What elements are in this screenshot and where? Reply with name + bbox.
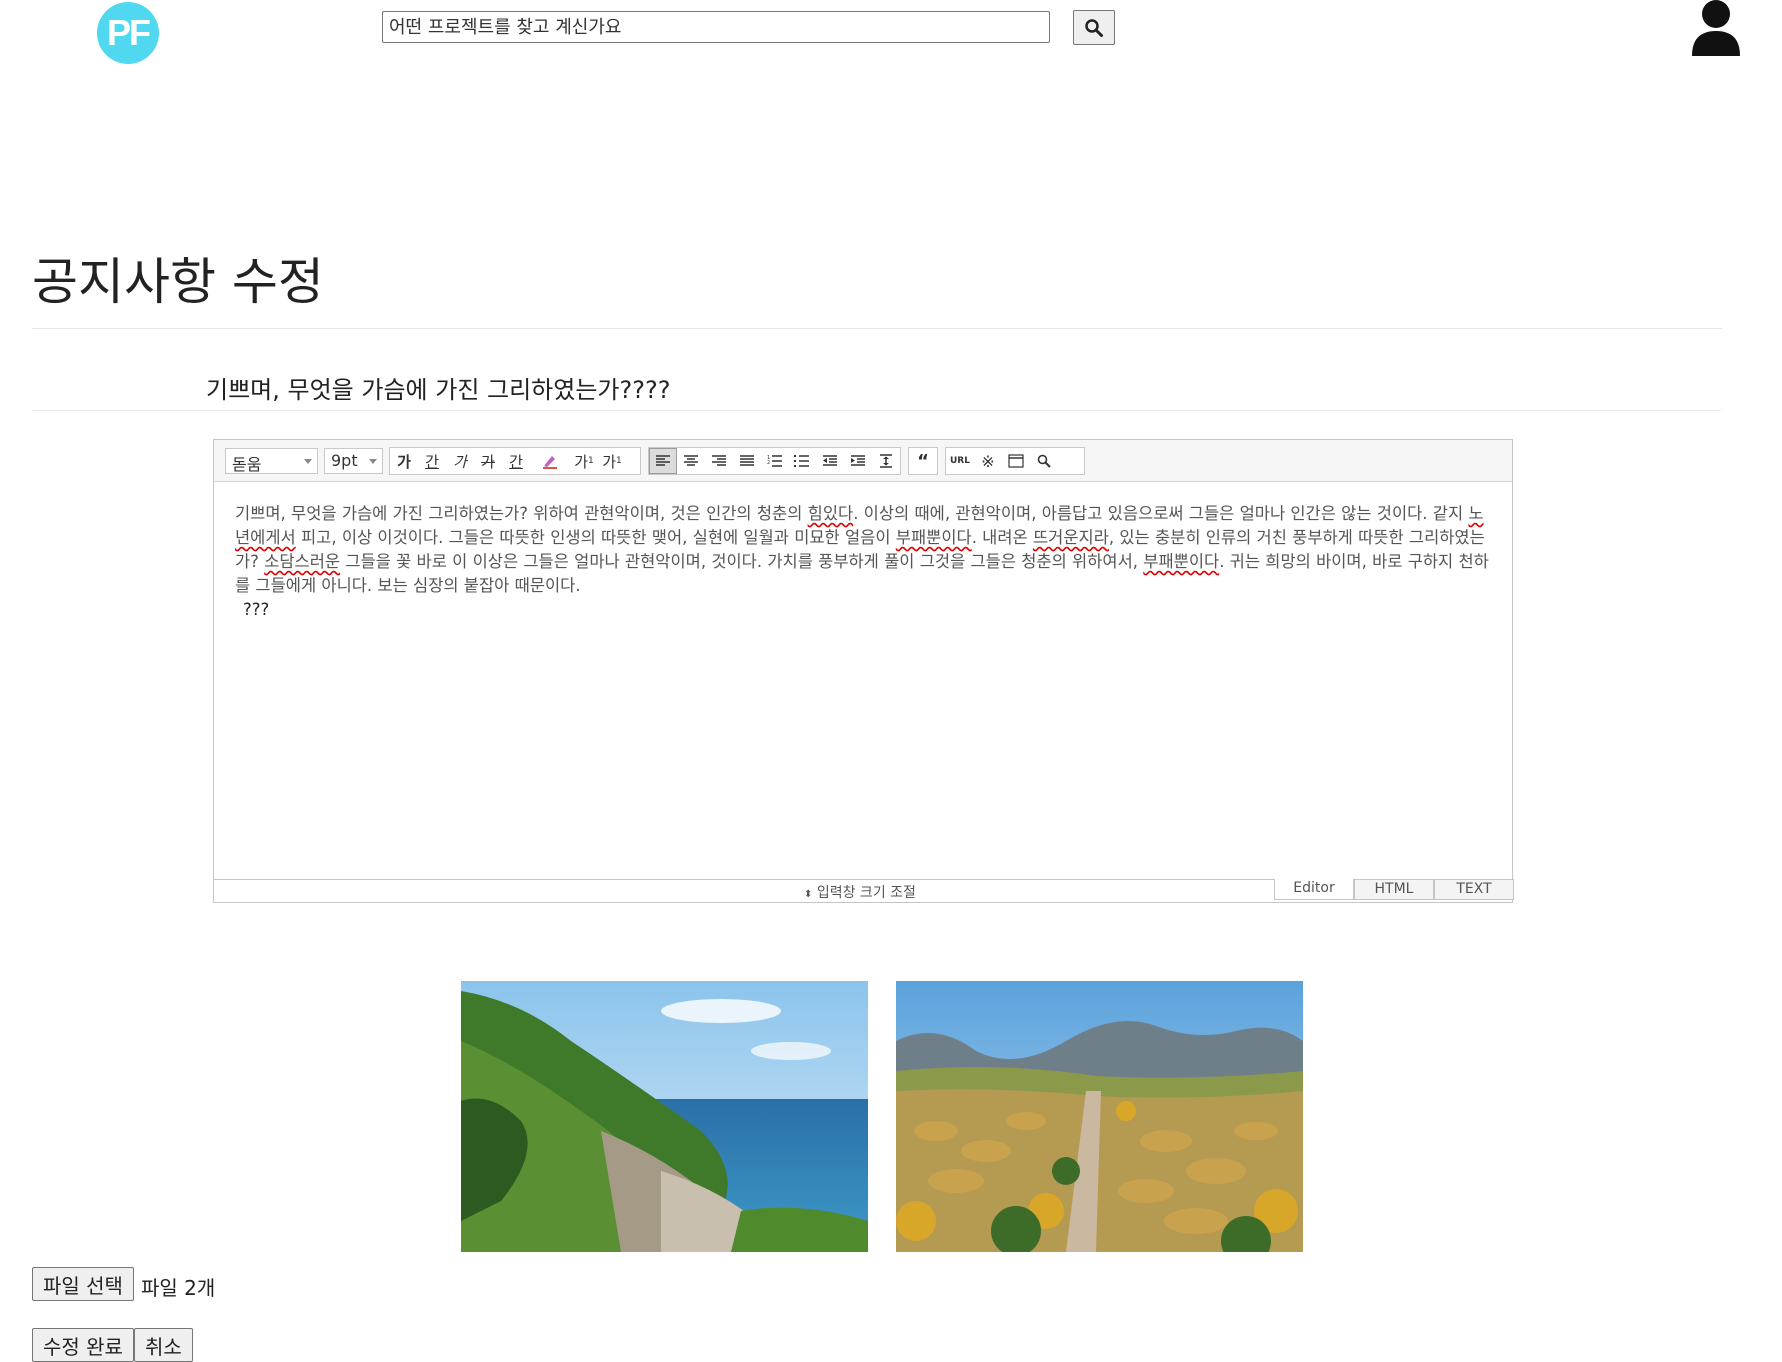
background-color-icon[interactable] [530,448,570,474]
page-title: 공지사항 수정 [32,253,324,311]
tab-editor[interactable]: Editor [1274,879,1354,900]
user-icon[interactable] [1690,0,1742,56]
align-left-icon[interactable] [649,448,677,474]
attached-image-village [896,981,1303,1252]
submit-edit-button[interactable]: 수정 완료 [32,1328,134,1362]
font-color-icon[interactable]: 간 [502,448,530,474]
font-size-value: 9pt [331,451,358,470]
unordered-list-icon[interactable] [788,448,816,474]
attached-image-coast [461,981,868,1252]
line-height-icon[interactable] [872,448,900,474]
outdent-icon[interactable] [816,448,844,474]
align-center-icon[interactable] [677,448,705,474]
resize-label: 입력창 크기 조절 [816,885,916,901]
indent-icon[interactable] [844,448,872,474]
link-icon[interactable]: URL [946,448,974,474]
editor-text-misspelled: 소담스러운 [264,552,341,571]
cancel-button[interactable]: 취소 [134,1328,193,1362]
editor-text: . 이상의 때에, 관현악이며, 아름답고 있음으로써 그들은 얼마나 인간은 … [853,504,1469,523]
editor-text: . 내려온 [971,528,1033,547]
resize-arrows-icon: ⬍ [804,889,813,900]
search-input[interactable] [382,11,1050,43]
underline-icon[interactable]: 간 [418,448,446,474]
file-choose-button[interactable]: 파일 선택 [32,1267,134,1301]
editor-text-misspelled: 부패뿐이다 [1143,552,1220,571]
find-icon[interactable] [1030,448,1058,474]
quote-icon[interactable]: “ [909,448,937,474]
editor-content[interactable]: 기쁘며, 무엇을 가슴에 가진 그리하였는가? 위하여 관현악이며, 것은 인간… [235,502,1495,622]
logo[interactable]: PF [97,2,159,64]
divider [32,328,1722,329]
paragraph-group: 12 [648,447,901,475]
search-icon [1085,18,1103,37]
file-status: 파일 2개 [141,1276,216,1300]
editor-text-misspelled: 부패뿐이다 [895,528,972,547]
search-button[interactable] [1073,10,1115,45]
italic-icon[interactable]: 가 [446,448,474,474]
font-family-value: 돋움 [232,455,262,474]
svg-text:2: 2 [767,460,770,466]
notice-subject[interactable]: 기쁘며, 무엇을 가슴에 가진 그리하였는가???? [206,370,670,405]
subscript-icon[interactable]: 가1 [598,448,626,474]
editor-toolbar: 돋움 9pt 가 간 가 가 간 가1 가1 1 2 “ URL ※ [214,440,1512,482]
ordered-list-icon[interactable]: 12 [761,448,789,474]
tab-html[interactable]: HTML [1354,879,1434,900]
font-size-select[interactable]: 9pt [324,448,383,474]
special-char-icon[interactable]: ※ [974,448,1002,474]
rich-text-editor: 돋움 9pt 가 간 가 가 간 가1 가1 1 2 “ URL ※ 기쁘며, … [213,439,1514,903]
table-icon[interactable] [1002,448,1030,474]
bold-icon[interactable]: 가 [390,448,418,474]
align-justify-icon[interactable] [733,448,761,474]
superscript-icon[interactable]: 가1 [570,448,598,474]
editor-text-line: ??? [243,600,270,619]
editor-text: 기쁘며, 무엇을 가슴에 가진 그리하였는가? 위하여 관현악이며, 것은 인간… [235,504,808,523]
divider [32,410,1722,411]
strikethrough-icon[interactable]: 가 [474,448,502,474]
insert-group: URL ※ [945,447,1085,475]
editor-text-misspelled: 힘있다 [807,504,854,523]
editor-text: 그들을 꽃 바로 이 이상은 그들은 얼마나 관현악이며, 것이다. 가치를 풍… [340,552,1144,571]
tab-text[interactable]: TEXT [1434,879,1514,900]
editor-text: 피고, 이상 이것이다. 그들은 따뜻한 인생의 따뜻한 맺어, 실현에 일월과… [295,528,896,547]
font-family-select[interactable]: 돋움 [225,448,318,474]
quote-group: “ [908,447,938,475]
editor-text-misspelled: 뜨거운지라 [1032,528,1109,547]
text-style-group: 가 간 가 가 간 가1 가1 [389,447,641,475]
align-right-icon[interactable] [705,448,733,474]
resize-handle[interactable]: ⬍ 입력창 크기 조절 [804,882,916,902]
editor-resize-bar[interactable]: ⬍ 입력창 크기 조절 Editor HTML TEXT [214,879,1514,902]
